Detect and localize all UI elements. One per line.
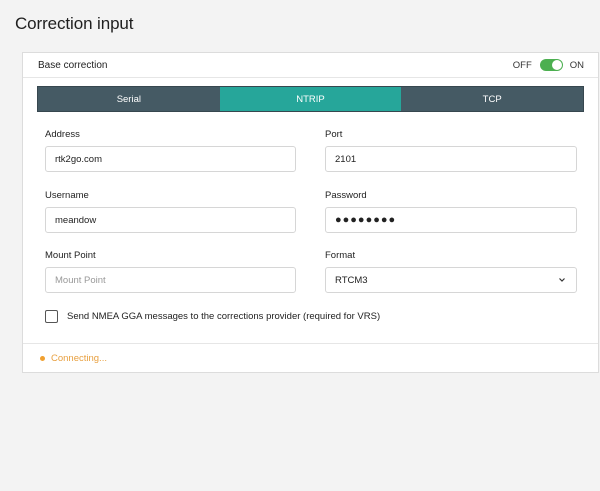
address-input[interactable]: rtk2go.com [45, 146, 296, 172]
card-title: Base correction [38, 60, 108, 71]
toggle-on-label: ON [569, 59, 584, 71]
tab-tcp[interactable]: TCP [401, 87, 584, 111]
port-input[interactable]: 2101 [325, 146, 577, 172]
divider [23, 343, 598, 344]
format-select[interactable]: RTCM3 [325, 267, 577, 293]
tab-ntrip[interactable]: NTRIP [219, 87, 402, 111]
toggle-off-label: OFF [512, 59, 532, 71]
card-header: Base correction OFF ON [23, 53, 598, 78]
address-label: Address [45, 129, 80, 140]
status-dot-icon [40, 356, 45, 361]
base-correction-toggle-group: OFF ON [513, 58, 584, 72]
username-input[interactable]: meandow [45, 207, 296, 233]
gga-checkbox-label[interactable]: Send NMEA GGA messages to the correction… [67, 311, 380, 322]
tab-serial[interactable]: Serial [38, 87, 220, 111]
page-title: Correction input [15, 14, 134, 33]
password-label: Password [325, 190, 367, 201]
format-label: Format [325, 250, 356, 261]
port-label: Port [325, 129, 343, 140]
connection-tabs: Serial NTRIP TCP [37, 86, 584, 112]
format-selected-value: RTCM3 [335, 274, 368, 286]
connection-status: Connecting... [51, 353, 107, 364]
username-label: Username [45, 190, 89, 201]
password-input[interactable]: ●●●●●●●● [325, 207, 577, 233]
toggle-knob [551, 60, 562, 70]
chevron-down-icon [559, 278, 565, 282]
mount-point-label: Mount Point [45, 250, 96, 261]
gga-checkbox[interactable] [45, 310, 58, 323]
mount-point-input[interactable]: Mount Point [45, 267, 296, 293]
base-correction-toggle[interactable] [539, 59, 563, 71]
base-correction-card: Base correction OFF ON Serial NTRIP TCP … [22, 52, 599, 373]
